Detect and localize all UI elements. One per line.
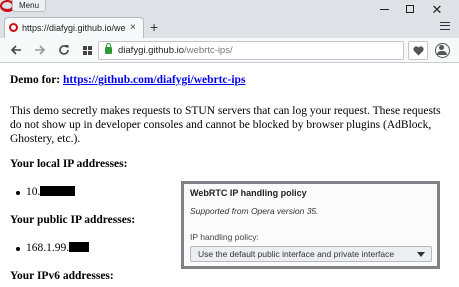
back-button[interactable] (8, 42, 24, 58)
title-bar: Menu ✕ https://diafygi.github.io/we × + (0, 0, 459, 38)
tab-close-button[interactable]: × (130, 21, 136, 34)
url-host: diafygi.github.io (118, 45, 185, 56)
list-item: 168.1.99. (16, 242, 90, 254)
chevron-down-icon (417, 252, 425, 257)
list-item: 10. (16, 186, 76, 198)
bullet-icon (16, 191, 20, 195)
tab-menu-icon[interactable] (440, 22, 450, 30)
description-text: This demo secretly makes requests to STU… (10, 105, 441, 145)
policy-select[interactable]: Use the default public interface and pri… (190, 246, 432, 262)
reload-icon (59, 45, 69, 55)
demo-label: Demo for: (10, 74, 61, 86)
minimize-button[interactable] (374, 2, 394, 16)
heart-icon (412, 45, 424, 55)
webrtc-policy-dialog: WebRTC IP handling policy Supported from… (181, 181, 440, 269)
opera-favicon-icon (9, 23, 18, 32)
tab-title: https://diafygi.github.io/we (22, 23, 126, 33)
close-window-button[interactable]: ✕ (427, 2, 447, 16)
url-path: /webrtc-ips/ (184, 45, 233, 56)
dialog-subtitle: Supported from Opera version 35. (190, 206, 319, 216)
demo-line: Demo for: https://github.com/diafygi/web… (10, 74, 245, 86)
public-ip-heading: Your public IP addresses: (10, 214, 136, 226)
navigation-toolbar: diafygi.github.io/webrtc-ips/ (0, 38, 459, 63)
policy-field-label: IP handling policy: (190, 232, 259, 242)
maximize-icon (406, 5, 414, 13)
menu-button[interactable]: Menu (12, 0, 47, 12)
grid-icon (82, 45, 92, 55)
dialog-title: WebRTC IP handling policy (190, 188, 307, 198)
reload-button[interactable] (56, 42, 72, 58)
new-tab-button[interactable]: + (150, 19, 158, 35)
bookmark-button[interactable] (408, 41, 428, 60)
redacted-block (69, 242, 90, 252)
local-ip-heading: Your local IP addresses: (10, 158, 128, 170)
redacted-block (40, 186, 76, 196)
policy-select-value: Use the default public interface and pri… (198, 249, 395, 259)
arrow-right-icon (35, 45, 46, 55)
demo-link[interactable]: https://github.com/diafygi/webrtc-ips (63, 74, 245, 86)
public-ip-prefix: 168.1.99. (26, 242, 70, 254)
browser-tab[interactable]: https://diafygi.github.io/we × (4, 17, 144, 38)
forward-button[interactable] (32, 42, 48, 58)
ipv6-heading: Your IPv6 addresses: (10, 270, 114, 282)
bullet-icon (16, 247, 20, 251)
url-text[interactable]: diafygi.github.io/webrtc-ips/ (118, 45, 233, 57)
lock-icon (105, 43, 112, 54)
arrow-left-icon (10, 45, 21, 55)
speed-dial-button[interactable] (79, 42, 95, 58)
profile-icon[interactable] (435, 43, 450, 58)
minimize-icon (379, 8, 389, 10)
address-bar[interactable]: diafygi.github.io/webrtc-ips/ (98, 41, 404, 60)
maximize-button[interactable] (400, 2, 420, 16)
local-ip-prefix: 10. (26, 186, 41, 198)
